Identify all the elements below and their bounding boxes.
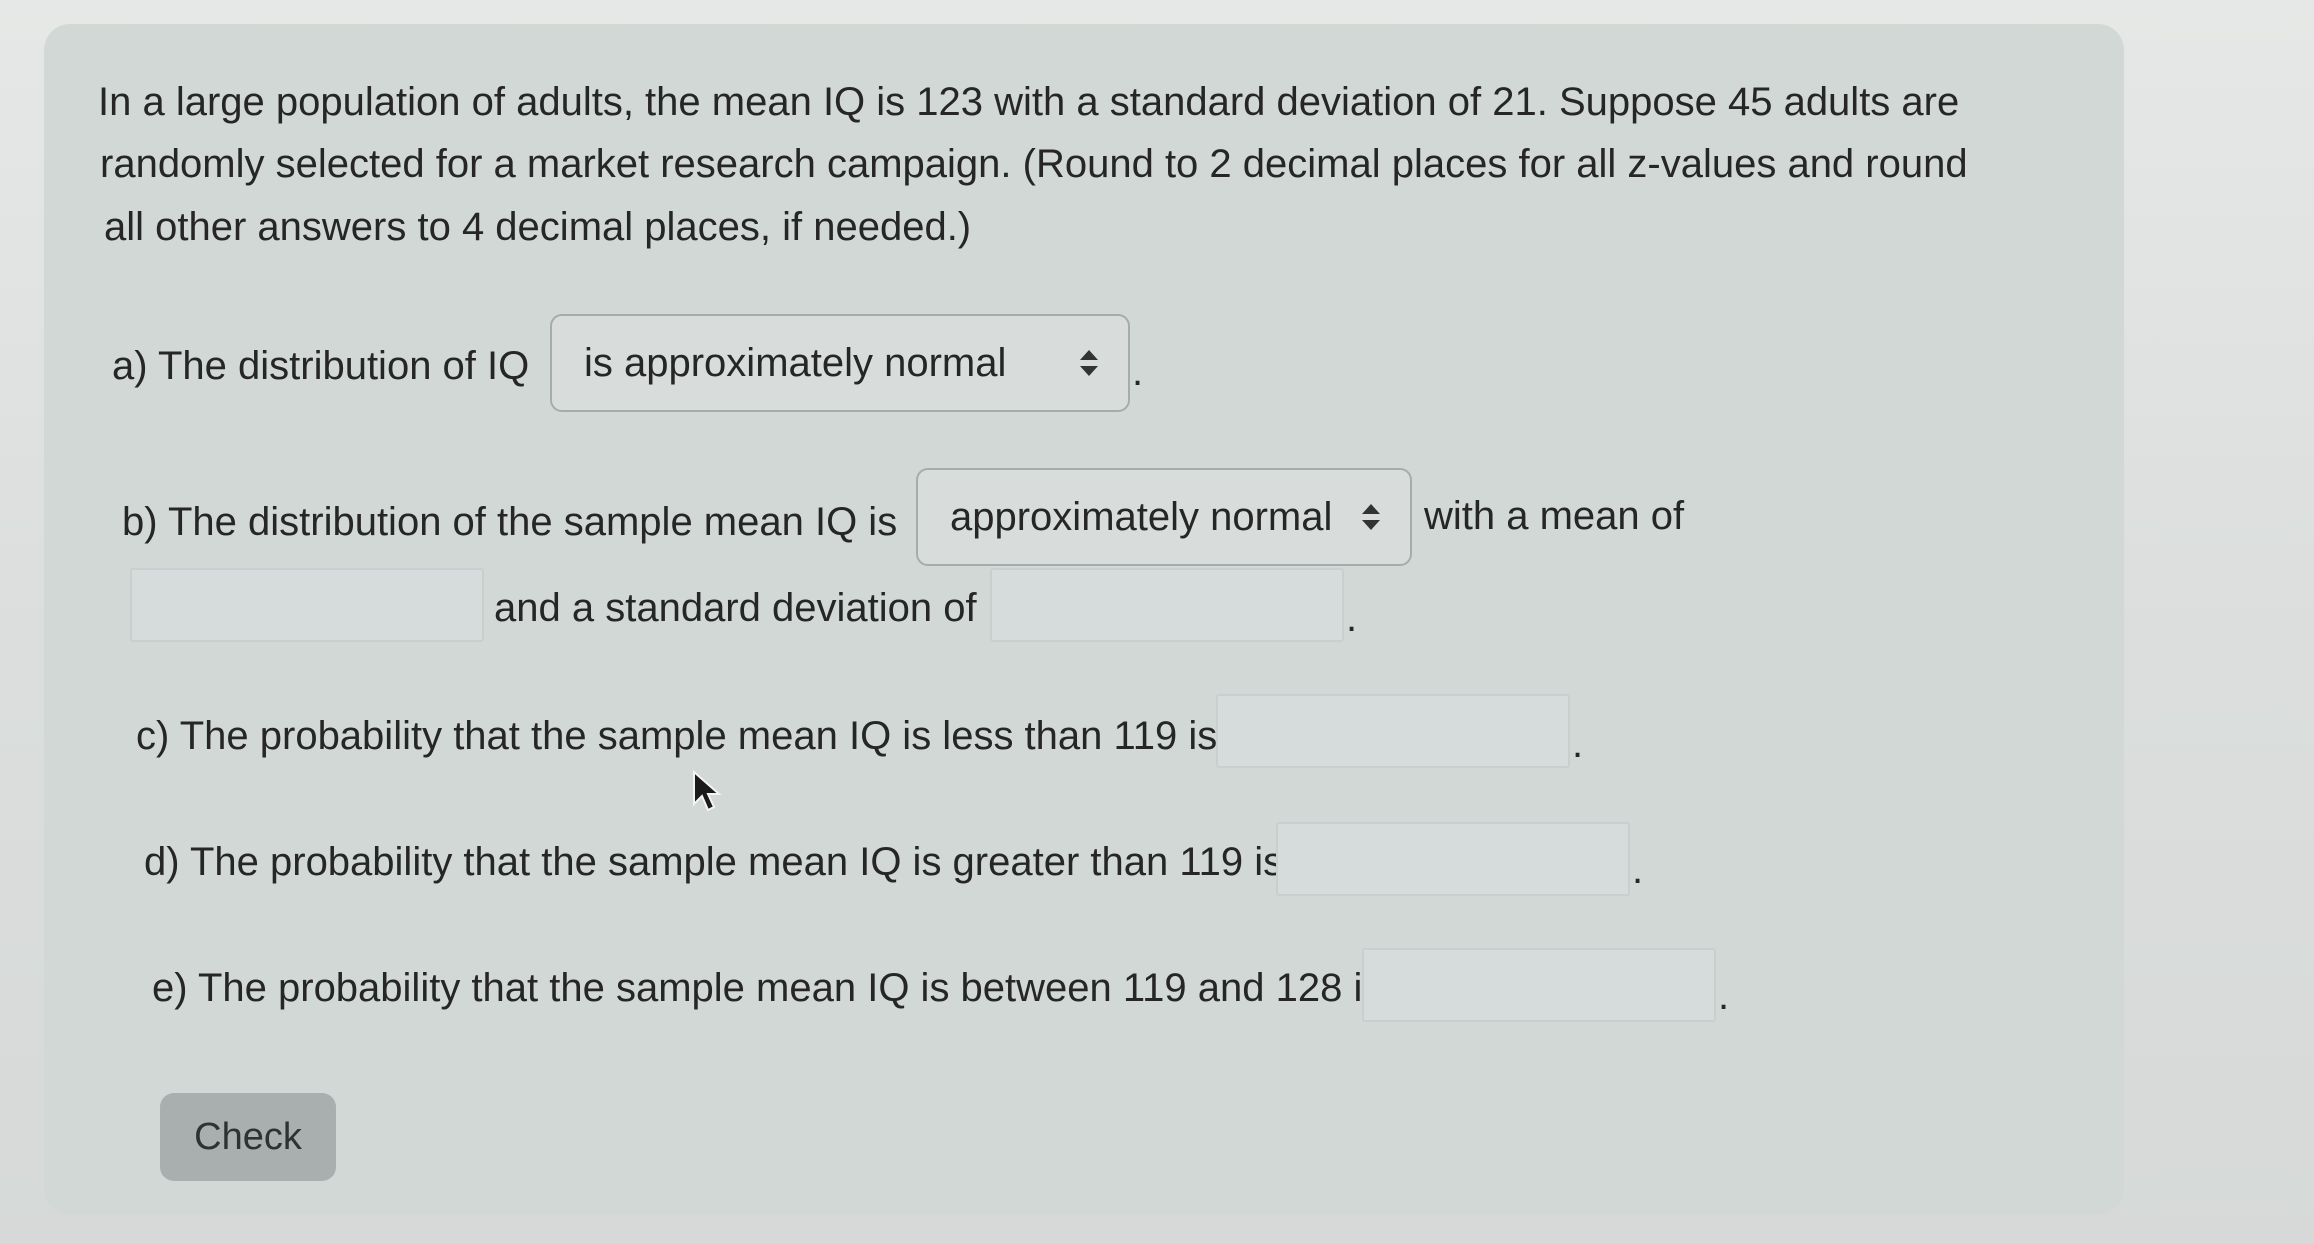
part-e-label: e) The probability that the sample mean … xyxy=(152,966,1383,1010)
part-d-period: . xyxy=(1632,848,1644,892)
mouse-pointer-icon xyxy=(693,770,722,812)
part-c-probability-input[interactable] xyxy=(1216,694,1570,768)
check-button[interactable]: Check xyxy=(160,1093,336,1181)
part-b-sd-input[interactable] xyxy=(990,568,1344,642)
part-c-period: . xyxy=(1572,722,1584,766)
part-b-label: b) The distribution of the sample mean I… xyxy=(122,500,898,544)
question-text-line-1: In a large population of adults, the mea… xyxy=(98,80,1960,124)
part-a-period: . xyxy=(1132,350,1144,394)
screen: In a large population of adults, the mea… xyxy=(0,0,2314,1244)
part-d-probability-input[interactable] xyxy=(1276,822,1630,896)
part-b-mean-label: with a mean of xyxy=(1424,494,1685,538)
part-d-label: d) The probability that the sample mean … xyxy=(144,840,1284,884)
part-a-select-value: is approximately normal xyxy=(584,341,1007,385)
part-a-label: a) The distribution of IQ xyxy=(112,344,530,388)
part-b-sd-label: and a standard deviation of xyxy=(494,586,977,630)
up-down-chevron-icon xyxy=(1362,504,1380,530)
part-e-probability-input[interactable] xyxy=(1362,948,1716,1022)
part-b-select-value: approximately normal xyxy=(950,495,1333,539)
question-text-line-3: all other answers to 4 decimal places, i… xyxy=(104,205,972,249)
part-a-distribution-select[interactable]: is approximately normal xyxy=(550,314,1130,412)
part-b-mean-input[interactable] xyxy=(130,568,484,642)
question-text-line-2: randomly selected for a market research … xyxy=(100,142,1968,186)
part-e-period: . xyxy=(1718,974,1730,1018)
part-b-period: . xyxy=(1346,596,1358,640)
up-down-chevron-icon xyxy=(1080,350,1098,376)
part-c-label: c) The probability that the sample mean … xyxy=(136,714,1218,758)
part-b-distribution-select[interactable]: approximately normal xyxy=(916,468,1412,566)
